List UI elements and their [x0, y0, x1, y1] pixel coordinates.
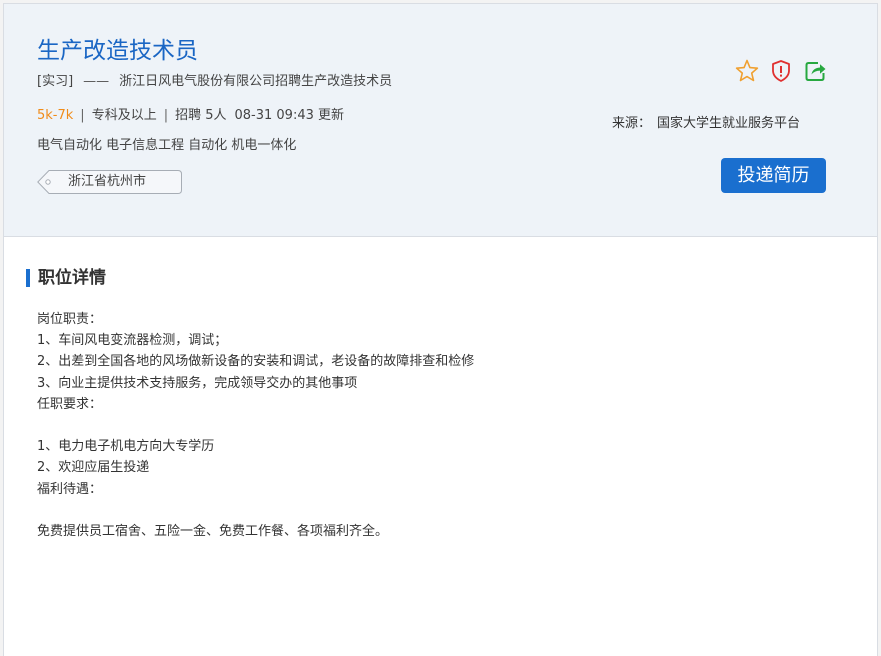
job-source: 来源： 国家大学生就业服务平台: [612, 114, 800, 134]
location-tag: 浙江省杭州市: [37, 170, 182, 194]
share-icon: [805, 62, 826, 81]
description-line: 岗位职责：: [37, 312, 103, 327]
description-line: 1、车间风电变流器检测，调试；: [37, 333, 228, 349]
section-title-bar: [26, 269, 30, 287]
description-line: 任职要求：: [37, 396, 103, 412]
apply-resume-button[interactable]: 投递简历: [721, 158, 826, 193]
favorite-button[interactable]: [734, 57, 760, 85]
meta-separator: |: [163, 108, 169, 123]
description-line: 3、向业主提供技术支持服务，完成领导交办的其他事项: [37, 375, 358, 391]
description-line: 2、欢迎应届生投递: [37, 460, 150, 476]
source-label: 来源：: [612, 116, 652, 131]
action-icons: [734, 57, 829, 87]
section-title-text: 职位详情: [38, 268, 106, 288]
location-text: 浙江省杭州市: [68, 174, 147, 189]
star-icon: [735, 59, 759, 82]
report-button[interactable]: [768, 57, 794, 85]
meta-separator: |: [80, 108, 85, 123]
description-line: 2、出差到全国各地的风场做新设备的安装和调试，老设备的故障排查和检修: [37, 354, 475, 370]
source-value: 国家大学生就业服务平台: [657, 116, 801, 131]
job-type-tag: [实习]: [37, 74, 74, 89]
description-line: 1、电力电子机电方向大专学历: [37, 439, 215, 455]
salary: 5k-7k: [37, 108, 74, 123]
share-button[interactable]: [802, 57, 828, 85]
shield-icon: [772, 60, 790, 82]
description-line: [37, 500, 837, 521]
subtitle-dash: ——: [83, 74, 110, 89]
job-subtitle: [实习] —— 浙江日风电气股份有限公司招聘生产改造技术员: [37, 72, 392, 92]
description-line: 免费提供员工宿舍、五险一金、免费工作餐、各项福利齐全。: [37, 523, 389, 539]
job-meta: 5k-7k | 专科及以上 | 招聘 5人 08-31 09:43 更新: [37, 106, 344, 126]
recruit-count: 招聘 5人: [175, 108, 227, 123]
description-line: [37, 415, 837, 436]
update-time: 08-31 09:43 更新: [234, 108, 345, 123]
job-detail-panel: 生产改造技术员 [实习] —— 浙江日风电气股份有限公司招聘生产改造技术员 5k-7…: [3, 3, 878, 656]
major-requirements: 电气自动化 电子信息工程 自动化 机电一体化: [37, 138, 297, 153]
job-description: 岗位职责： 1、车间风电变流器检测，调试； 2、出差到全国各地的风场做新设备的安…: [37, 309, 837, 542]
job-title: 生产改造技术员: [37, 38, 198, 64]
description-line: 福利待遇：: [37, 481, 103, 497]
education-requirement: 专科及以上: [91, 108, 157, 123]
job-header: 生产改造技术员 [实习] —— 浙江日风电气股份有限公司招聘生产改造技术员 5k-7…: [4, 4, 877, 237]
company-recruit-line[interactable]: 浙江日风电气股份有限公司招聘生产改造技术员: [119, 74, 392, 89]
